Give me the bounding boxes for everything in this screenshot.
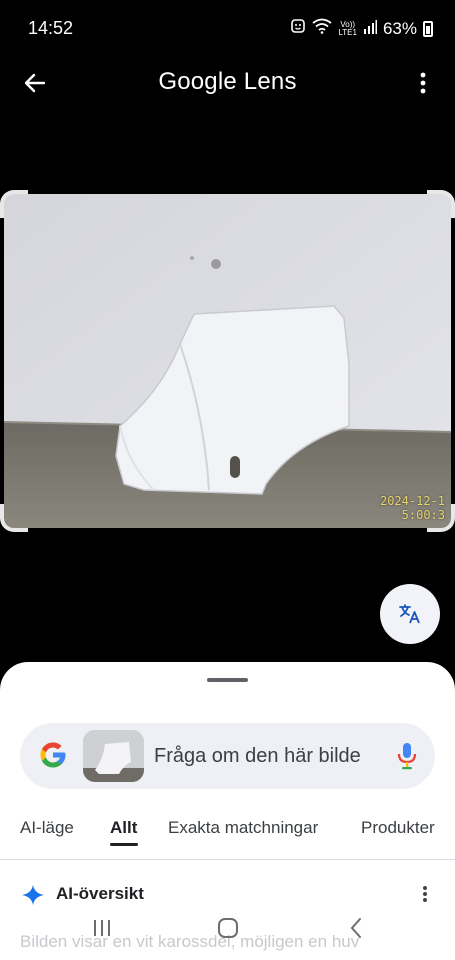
tab-ai-mode[interactable]: AI-läge: [20, 818, 74, 838]
back-nav-button[interactable]: [336, 914, 376, 942]
status-icons: Vo)) LTE1 63%: [290, 18, 433, 39]
status-time: 14:52: [28, 18, 74, 38]
sparkle-icon: [22, 885, 44, 905]
google-logo-icon: [40, 742, 66, 768]
tab-all[interactable]: Allt: [110, 818, 137, 838]
signal-icon: [363, 19, 377, 39]
battery-percent: 63%: [382, 18, 417, 38]
ai-overview-header[interactable]: AI-översikt: [0, 882, 455, 908]
crop-handle-top-left[interactable]: [0, 190, 28, 218]
app-title: Google Lens: [158, 68, 297, 95]
search-query-text[interactable]: Fråga om den här bilde: [154, 745, 382, 768]
chevron-left-icon: [350, 918, 361, 938]
app-bar: Google Lens: [0, 58, 455, 108]
translate-button[interactable]: [380, 584, 440, 644]
more-vert-icon[interactable]: [421, 884, 429, 904]
captured-photo: 2024-12-1 5:00:3: [4, 194, 451, 528]
active-tab-indicator: [110, 843, 138, 846]
status-bar: 14:52 Vo)) LTE1 63%: [0, 0, 455, 58]
voice-search-button[interactable]: [397, 742, 417, 775]
home-icon: [218, 918, 238, 938]
more-options-button[interactable]: [413, 68, 433, 98]
network-type: Vo)) LTE1: [338, 20, 357, 37]
search-bar[interactable]: Fråga om den här bilde: [20, 723, 435, 789]
recent-apps-button[interactable]: [82, 914, 122, 942]
system-nav-bar: [0, 906, 455, 950]
tab-products[interactable]: Produkter: [361, 818, 435, 838]
search-image-thumbnail[interactable]: [83, 730, 144, 782]
sheet-drag-handle[interactable]: [207, 678, 248, 682]
results-tabs: AI-läge Allt Exakta matchningar Produkte…: [0, 812, 455, 860]
home-button[interactable]: [208, 914, 248, 942]
mic-icon: [397, 743, 417, 770]
ai-overview-title: AI-översikt: [56, 884, 144, 903]
lte-label: LTE1: [338, 27, 357, 37]
notification-icon: [290, 18, 306, 39]
battery-icon: [423, 20, 433, 37]
tab-exact-matches[interactable]: Exakta matchningar: [168, 818, 318, 838]
recent-apps-icon: [94, 920, 110, 936]
more-vert-icon: [420, 72, 426, 94]
crop-handle-top-right[interactable]: [427, 190, 455, 218]
lens-image-area[interactable]: 2024-12-1 5:00:3: [0, 190, 455, 532]
crop-handle-bottom-left[interactable]: [0, 504, 28, 532]
wifi-icon: [312, 18, 332, 39]
car-fender-photo: [4, 194, 451, 528]
crop-handle-bottom-right[interactable]: [427, 504, 455, 532]
translate-icon: [399, 604, 420, 624]
